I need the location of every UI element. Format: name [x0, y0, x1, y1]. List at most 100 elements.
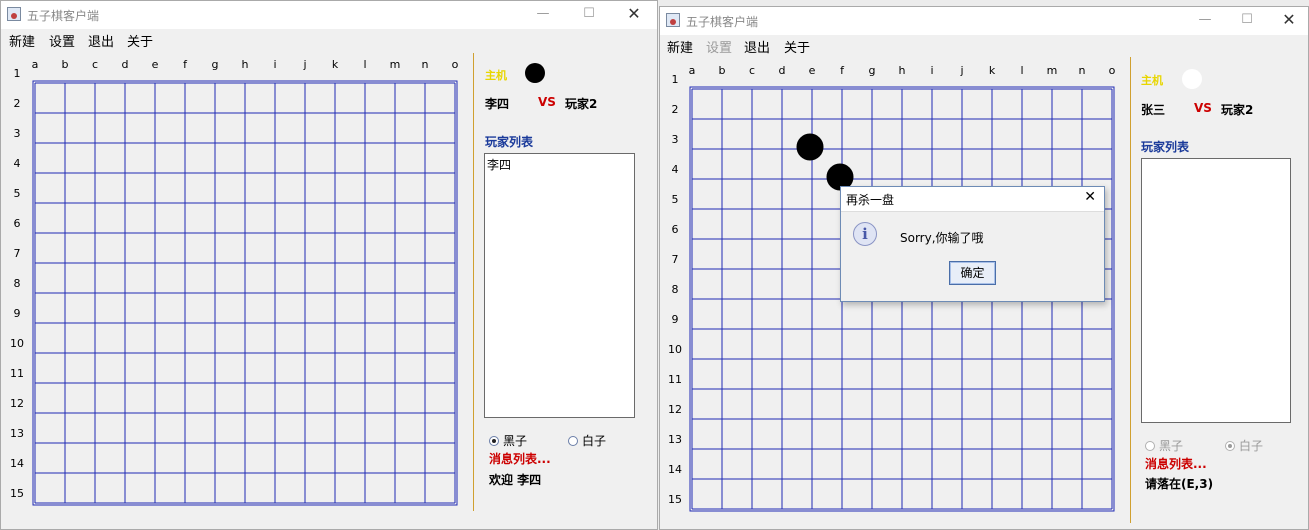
row-label: 1: [14, 67, 21, 80]
radio-unselected-icon: [1145, 441, 1155, 451]
row-label: 11: [668, 373, 682, 386]
radio-black[interactable]: 黑子: [1145, 437, 1183, 454]
row-label: 9: [14, 307, 21, 320]
column-label: m: [1047, 64, 1058, 77]
radio-black-label: 黑子: [1159, 439, 1184, 453]
list-item[interactable]: 李四: [487, 156, 511, 173]
column-label: h: [242, 58, 249, 71]
column-label: f: [183, 58, 188, 71]
host-stone-black: [525, 63, 545, 83]
row-label: 11: [10, 367, 24, 380]
status-message: 欢迎 李四: [489, 473, 542, 487]
menu-exit[interactable]: 退出: [88, 31, 114, 50]
column-label: f: [840, 64, 845, 77]
player-list[interactable]: [1141, 158, 1291, 423]
player-list-title: 玩家列表: [1141, 140, 1190, 154]
maximize-icon[interactable]: ☐: [1236, 10, 1258, 30]
minimize-icon[interactable]: —: [1194, 10, 1216, 30]
row-label: 7: [14, 247, 21, 260]
row-label: 9: [672, 313, 679, 326]
column-label: n: [422, 58, 429, 71]
row-label: 3: [14, 127, 21, 140]
column-label: a: [689, 64, 696, 77]
column-label: c: [749, 64, 755, 77]
column-label: d: [122, 58, 129, 71]
close-icon[interactable]: ✕: [1278, 10, 1300, 30]
host-label: 主机: [1141, 74, 1163, 87]
row-label: 2: [14, 97, 21, 110]
board-canvas[interactable]: a1 b 2 c 3 d 4 e 5 f 6 g 7 h 8 i 9 j 10 k 11 l 12 m 13 n 14 o 15: [1, 51, 473, 511]
column-label: i: [930, 64, 933, 77]
host-label: 主机: [485, 69, 507, 82]
maximize-icon[interactable]: ☐: [578, 4, 600, 24]
dialog-title: 再杀一盘: [846, 193, 895, 207]
menu-new[interactable]: 新建: [667, 37, 693, 56]
vs-label: VS: [538, 95, 556, 109]
player-left-name: 李四: [485, 97, 510, 111]
column-label: g: [869, 64, 876, 77]
close-icon[interactable]: ✕: [623, 4, 645, 24]
side-panel: 主机 李四 VS 玩家2 玩家列表 李四 黑子 白子 消息列表... 欢迎 李四: [473, 53, 653, 511]
row-label: 15: [668, 493, 682, 506]
title-bar: 五子棋客户端 — ☐ ✕: [660, 7, 1308, 35]
row-label: 15: [10, 487, 24, 500]
column-label: k: [989, 64, 996, 77]
row-label: 5: [672, 193, 679, 206]
java-app-icon: [666, 13, 680, 27]
radio-white[interactable]: 白子: [568, 432, 606, 449]
status-message: 请落在(E,3): [1145, 477, 1214, 491]
column-label: b: [719, 64, 726, 77]
column-label: l: [1020, 64, 1023, 77]
window-title: 五子棋客户端: [27, 9, 100, 23]
row-label: 13: [668, 433, 682, 446]
black-stone: [796, 133, 824, 161]
column-label: b: [62, 58, 69, 71]
row-label: 14: [10, 457, 24, 470]
radio-white-label: 白子: [1239, 439, 1264, 453]
host-stone-white: [1182, 69, 1202, 89]
message-dialog: 再杀一盘 ✕ i Sorry,你输了哦 确定: [840, 186, 1105, 302]
column-label: a: [32, 58, 39, 71]
column-label: k: [332, 58, 339, 71]
minimize-icon[interactable]: —: [532, 4, 554, 24]
game-board[interactable]: a 1 b 2 c 3 d 4 e 5 f 6 g 7 h 8 i 9 j 10 k 11 l 12 m 13 n 14 o 15: [1, 51, 473, 511]
radio-white-label: 白子: [582, 434, 607, 448]
player-left-name: 张三: [1141, 103, 1166, 117]
row-label: 6: [14, 217, 21, 230]
radio-selected-icon: [1225, 441, 1235, 451]
row-label: 4: [672, 163, 679, 176]
row-label: 4: [14, 157, 21, 170]
column-label: o: [452, 58, 459, 71]
close-icon[interactable]: ✕: [1084, 189, 1096, 205]
column-label: c: [92, 58, 98, 71]
menu-bar: 新建 设置 退出 关于: [1, 29, 657, 51]
row-label: 10: [668, 343, 682, 356]
row-label: 10: [10, 337, 24, 350]
java-app-icon: [7, 7, 21, 21]
menu-new[interactable]: 新建: [9, 31, 35, 50]
ok-button[interactable]: 确定: [949, 261, 996, 285]
row-label: 8: [672, 283, 679, 296]
column-label: l: [363, 58, 366, 71]
menu-exit[interactable]: 退出: [744, 37, 770, 56]
menu-bar: 新建 设置 退出 关于: [660, 35, 1308, 57]
title-bar: 五子棋客户端 — ☐ ✕: [1, 1, 657, 29]
info-icon: i: [853, 222, 877, 246]
column-label: j: [302, 58, 306, 71]
row-label: 12: [10, 397, 24, 410]
menu-about[interactable]: 关于: [127, 31, 153, 50]
radio-unselected-icon: [568, 436, 578, 446]
player-list[interactable]: 李四: [484, 153, 635, 418]
radio-black[interactable]: 黑子: [489, 432, 527, 449]
column-label: i: [273, 58, 276, 71]
row-label: 5: [14, 187, 21, 200]
menu-settings[interactable]: 设置: [706, 37, 732, 56]
menu-settings[interactable]: 设置: [49, 31, 75, 50]
dialog-message: Sorry,你输了哦: [900, 231, 984, 245]
radio-white[interactable]: 白子: [1225, 437, 1263, 454]
row-label: 3: [672, 133, 679, 146]
column-label: j: [959, 64, 963, 77]
row-label: 13: [10, 427, 24, 440]
menu-about[interactable]: 关于: [784, 37, 810, 56]
dialog-title-bar: 再杀一盘 ✕: [841, 187, 1104, 212]
